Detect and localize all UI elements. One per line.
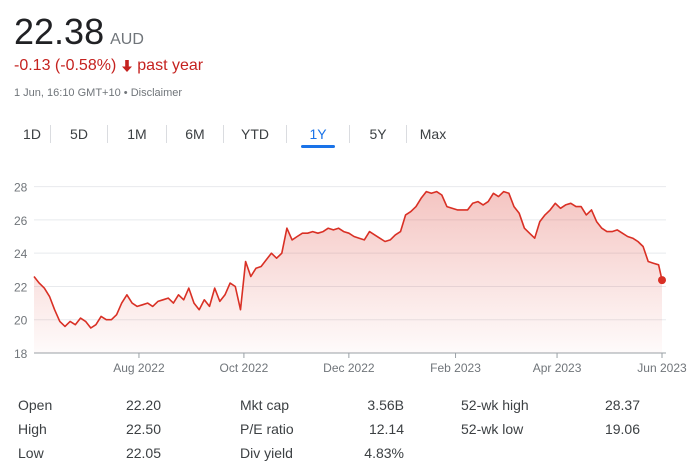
stat-value: 12.14 [368, 421, 404, 437]
tab-1m[interactable]: 1M [108, 126, 166, 142]
stat-value: 22.20 [125, 397, 161, 413]
price-change: -0.13 (-0.58%) past year [14, 57, 203, 75]
tab-max[interactable]: Max [407, 126, 459, 142]
y-tick-label: 26 [14, 214, 28, 228]
stat-label: Mkt cap [240, 397, 290, 413]
quote-meta: 1 Jun, 16:10 GMT+10 • Disclaimer [14, 87, 182, 99]
tab-ytd[interactable]: YTD [224, 126, 286, 142]
x-tick-label: Apr 2023 [533, 361, 582, 375]
change-value: -0.13 (-0.58%) [14, 57, 117, 74]
stat-label: Div yield [240, 445, 293, 461]
currency-code: AUD [110, 31, 144, 48]
stats-row: Low 22.05 Div yield 4.83% [18, 445, 688, 465]
stat-label: 52-wk low [461, 421, 524, 437]
stat-label: Low [18, 445, 44, 461]
stat-label: Open [18, 397, 53, 413]
stat-label: High [18, 421, 47, 437]
x-tick-label: Feb 2023 [430, 361, 481, 375]
range-tabs: 1D 5D 1M 6M YTD 1Y 5Y Max [14, 122, 459, 146]
stat-label: P/E ratio [240, 421, 294, 437]
y-tick-label: 22 [14, 280, 28, 294]
stats-row: High 22.50 P/E ratio 12.14 52-wk low 19.06 [18, 421, 688, 441]
x-tick-label: Jun 2023 [637, 361, 687, 375]
price-header: 22.38 AUD [14, 10, 144, 54]
arrow-down-icon [121, 59, 133, 73]
last-price-dot [658, 276, 666, 285]
tab-1y[interactable]: 1Y [287, 126, 349, 142]
y-tick-label: 18 [14, 347, 28, 361]
price-chart: 18 20 22 24 26 28 Aug 2022 Oct 2022 Dec 2022 Feb … [14, 181, 687, 375]
current-price: 22.38 [14, 11, 105, 52]
stat-value: 28.37 [604, 397, 640, 413]
stat-value: 4.83% [364, 445, 404, 461]
x-tick-label: Oct 2022 [220, 361, 269, 375]
stat-value: 19.06 [604, 421, 640, 437]
price-area [34, 191, 662, 353]
quote-timestamp: 1 Jun, 16:10 GMT+10 [14, 87, 121, 99]
tab-5d[interactable]: 5D [51, 126, 107, 142]
x-tick-label: Dec 2022 [323, 361, 375, 375]
stat-value: 22.05 [125, 445, 161, 461]
stat-label: 52-wk high [461, 397, 529, 413]
y-tick-label: 28 [14, 181, 28, 195]
tab-1d[interactable]: 1D [14, 126, 50, 142]
y-tick-label: 20 [14, 314, 28, 328]
change-period: past year [137, 57, 204, 74]
stat-value: 22.50 [125, 421, 161, 437]
meta-separator: • [123, 87, 128, 99]
y-tick-label: 24 [14, 247, 28, 261]
x-tick-label: Aug 2022 [113, 361, 165, 375]
disclaimer-link[interactable]: Disclaimer [131, 87, 182, 99]
stats-row: Open 22.20 Mkt cap 3.56B 52-wk high 28.37 [18, 397, 688, 417]
tab-5y[interactable]: 5Y [350, 126, 406, 142]
stat-value: 3.56B [367, 397, 404, 413]
tab-6m[interactable]: 6M [167, 126, 223, 142]
